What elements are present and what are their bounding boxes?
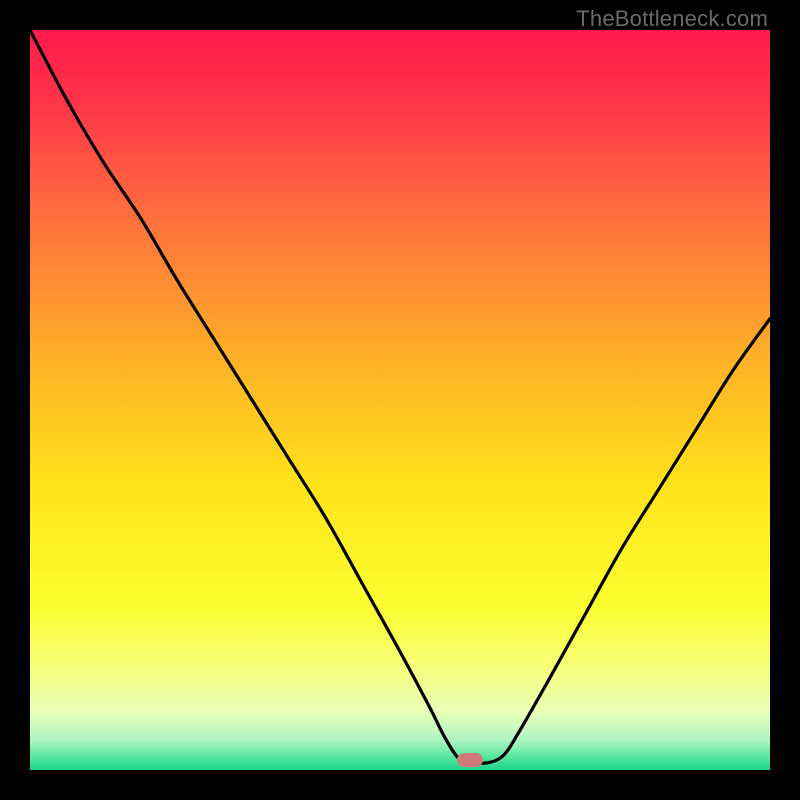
watermark-label: TheBottleneck.com — [576, 6, 768, 32]
bottleneck-curve — [30, 30, 770, 770]
plot-area — [30, 30, 770, 770]
optimal-marker — [457, 753, 483, 767]
chart-frame: TheBottleneck.com — [0, 0, 800, 800]
